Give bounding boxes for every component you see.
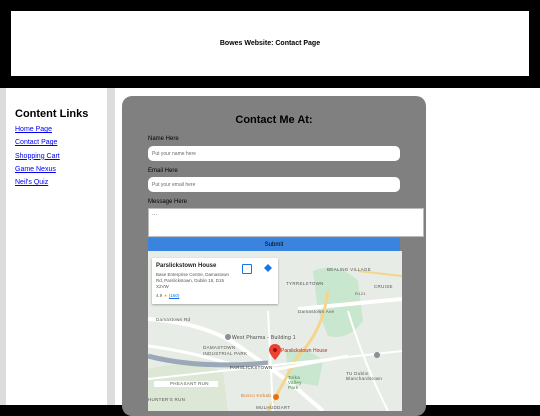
place-address: Base Enterprise Centre, Damastown Rd, Pa…: [156, 272, 230, 290]
map-label-bealing: BEALING VILLAGE: [327, 267, 372, 272]
map-label-west-pharma: West Pharma - Building 1: [232, 335, 296, 341]
rating-value: 4.9: [156, 293, 163, 298]
map-label-parslickstown: PARSLICKSTOWN: [230, 365, 273, 370]
link-neils-quiz[interactable]: Neil's Quiz: [15, 179, 107, 186]
sidebar: Content Links Home Page Contact Page Sho…: [6, 94, 107, 405]
message-textarea[interactable]: ...: [148, 208, 424, 237]
map-label-damastown-rd: Damastown Rd: [156, 317, 191, 322]
place-rating: 4.9 ★ (160): [156, 293, 179, 299]
map-label-r121: R121: [355, 291, 366, 296]
name-input[interactable]: Put your name here: [148, 146, 400, 161]
map-pin-label: Parslickstown House: [281, 348, 328, 354]
map-label-tolka: Tolka Valley Park: [288, 375, 302, 390]
name-label: Name Here: [148, 136, 179, 142]
link-home-page[interactable]: Home Page: [15, 126, 107, 133]
email-label: Email Here: [148, 168, 178, 174]
contact-panel: Contact Me At: Name Here Put your name h…: [122, 96, 426, 416]
sidebar-divider: [107, 88, 115, 405]
star-icon: ★: [163, 293, 168, 298]
map-label-bosco: Bosco Kebab: [241, 393, 272, 398]
map-label-damastown-ip: DAMASTOWN INDUSTRIAL PARK: [203, 345, 248, 356]
map-label-cruise: CRUISE: [374, 284, 393, 289]
link-shopping-cart[interactable]: Shopping Cart: [15, 153, 107, 160]
link-game-nexus[interactable]: Game Nexus: [15, 166, 107, 173]
page-header: Bowes Website: Contact Page: [11, 11, 529, 76]
place-card[interactable]: Parslickstown House Base Enterprise Cent…: [152, 258, 278, 304]
map-label-tu-dublin: TU Dublin Blanchardstown: [346, 371, 383, 381]
submit-button[interactable]: Submit: [148, 238, 400, 251]
link-contact-page[interactable]: Contact Page: [15, 139, 107, 146]
contact-title: Contact Me At:: [235, 114, 313, 126]
sidebar-title: Content Links: [15, 108, 89, 120]
map-embed[interactable]: Parslickstown House Base Enterprise Cent…: [148, 251, 402, 411]
map-label-hunters: HUNTER'S RUN: [148, 397, 186, 402]
page-title: Bowes Website: Contact Page: [219, 40, 321, 47]
directions-icon[interactable]: [264, 264, 272, 272]
map-label-tyrrelstown: TYRRELSTOWN: [286, 281, 324, 286]
reviews-link[interactable]: (160): [169, 293, 180, 298]
map-label-pheasant: PHEASANT RUN: [170, 381, 209, 386]
email-input[interactable]: Put your email here: [148, 177, 400, 192]
map-label-mulhuddart: MULHUDDART: [256, 405, 291, 410]
map-label-damastown-ave: Damastown Ave: [298, 309, 335, 314]
place-name: Parslickstown House: [156, 263, 217, 269]
open-in-maps-icon[interactable]: [242, 264, 252, 274]
message-label: Message Here: [148, 199, 188, 205]
